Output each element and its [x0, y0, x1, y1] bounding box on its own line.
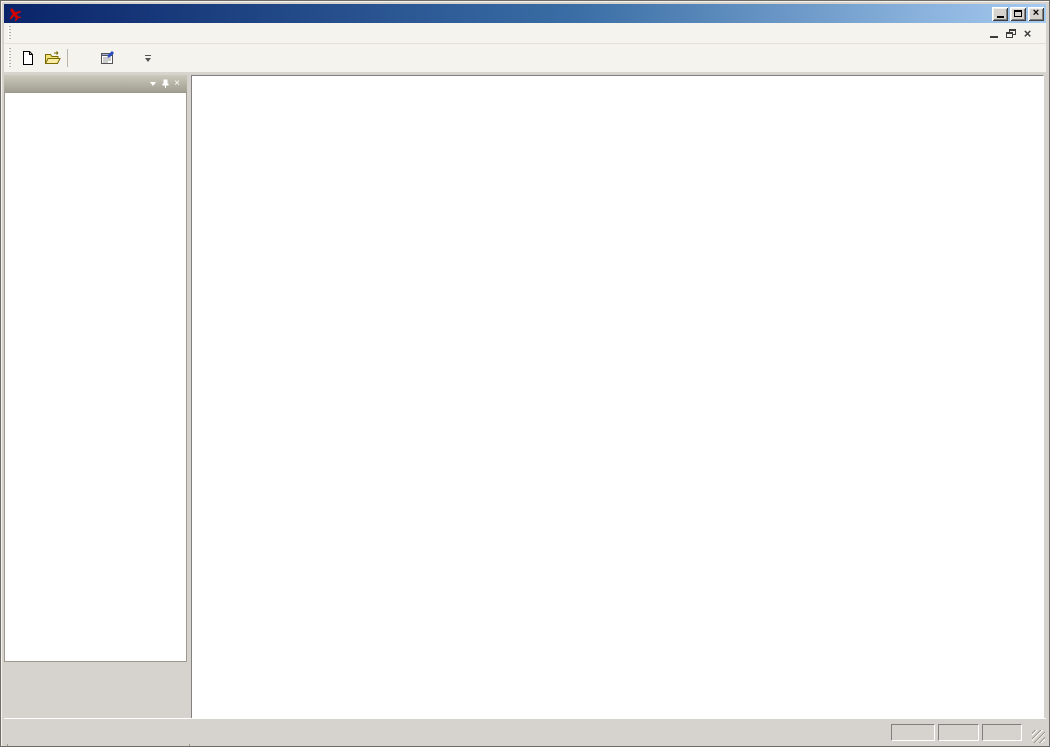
calibration-button[interactable] [71, 47, 95, 70]
mdi-close-button[interactable]: × [1019, 26, 1036, 41]
properties-button[interactable] [95, 47, 119, 70]
new-document-icon [20, 50, 36, 66]
airplane-icon [6, 6, 22, 22]
title-bar[interactable]: × [4, 4, 1046, 23]
properties-pane: × [4, 75, 187, 718]
pane-menu-icon[interactable] [147, 78, 159, 89]
new-document-button[interactable] [16, 47, 40, 70]
menu-help[interactable] [80, 31, 96, 35]
open-folder-icon [44, 50, 61, 66]
toolbar [4, 44, 1046, 73]
pin-icon[interactable] [159, 78, 171, 89]
minimize-button[interactable] [992, 7, 1008, 21]
toolbar-separator [67, 49, 68, 67]
pane-close-icon[interactable]: × [171, 78, 183, 89]
maximize-button[interactable] [1010, 7, 1026, 21]
spectrogram-pane [191, 75, 1044, 719]
toolbar-grip[interactable] [8, 48, 11, 68]
status-panel-1 [891, 724, 935, 741]
status-panel-num [938, 724, 979, 741]
menu-bar: × [4, 23, 1046, 44]
resize-grip[interactable] [1032, 730, 1045, 743]
properties-sheet-icon [99, 50, 115, 66]
close-button[interactable]: × [1028, 7, 1044, 21]
app-window: × × [0, 0, 1050, 747]
menu-file[interactable] [16, 31, 32, 35]
menu-window[interactable] [64, 31, 80, 35]
status-bar [4, 718, 1046, 744]
help-button[interactable] [119, 47, 143, 70]
menu-view[interactable] [32, 31, 48, 35]
status-panel-2 [982, 724, 1022, 741]
mdi-restore-button[interactable] [1002, 26, 1019, 41]
mdi-minimize-button[interactable] [985, 26, 1002, 41]
menubar-grip[interactable] [8, 26, 11, 40]
toolbar-options-chevron[interactable] [145, 55, 151, 62]
properties-header[interactable]: × [4, 75, 187, 92]
open-file-button[interactable] [40, 47, 64, 70]
waterfall-3d-chart[interactable] [192, 76, 1043, 718]
menu-analyze[interactable] [48, 31, 64, 35]
properties-grid [4, 92, 187, 662]
